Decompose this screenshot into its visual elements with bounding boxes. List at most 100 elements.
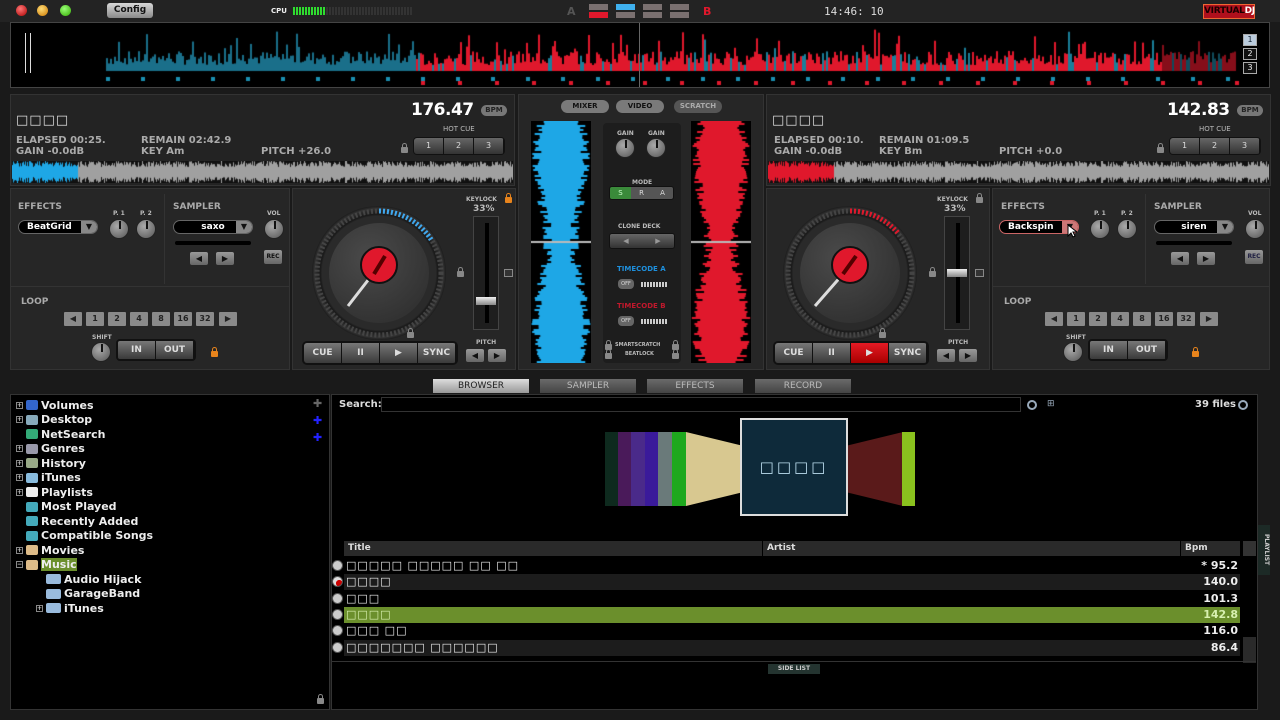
clone-deck-right-button[interactable]: ▶ [642, 234, 674, 248]
track-row[interactable]: □□□ 101.3 [344, 591, 1240, 607]
deck-a-loop-2[interactable]: 2 [108, 312, 126, 326]
deck-b-scratch-waveform[interactable] [691, 121, 751, 363]
chevron-down-icon[interactable]: ▼ [1217, 221, 1233, 233]
deck-a-shift-knob[interactable] [91, 342, 111, 362]
deck-b-loop-out-button[interactable]: OUT [1128, 341, 1166, 359]
tab-scratch[interactable]: SCRATCH [674, 100, 722, 113]
tree-item[interactable]: + History [16, 456, 86, 470]
cover-art[interactable] [618, 432, 632, 506]
add-favorite-folder-icon[interactable]: ✚ [313, 432, 325, 444]
tree-item[interactable]: NetSearch [16, 427, 106, 441]
gain-a-knob[interactable] [615, 138, 635, 158]
deck-b-loop-prev-button[interactable]: ◀ [1045, 312, 1063, 326]
tree-item[interactable]: + Playlists [16, 485, 93, 499]
clone-deck-left-button[interactable]: ◀ [610, 234, 642, 248]
mode-a-button[interactable]: A [652, 187, 673, 199]
deck-a-loop-prev-button[interactable]: ◀ [64, 312, 82, 326]
playlist-tab[interactable]: PLAYLIST [1258, 525, 1270, 575]
cover-flow[interactable]: □□□□ [600, 418, 920, 540]
deck-b-pitch-down-button[interactable]: ◀ [937, 349, 955, 362]
tab-record[interactable]: RECORD [755, 379, 851, 393]
deck-b-jog-wheel[interactable] [783, 206, 917, 340]
expand-toggle-icon[interactable]: + [16, 488, 23, 496]
deck-b-bpm-button[interactable]: BPM [1237, 105, 1263, 116]
deck-a-loop-next-button[interactable]: ▶ [219, 312, 237, 326]
deck-b-hotcue-2[interactable]: 2 [1200, 138, 1230, 154]
search-input[interactable] [381, 397, 1021, 412]
loop-lock-icon[interactable] [211, 347, 218, 357]
deck-b-pitch-range[interactable]: 33% [944, 204, 966, 214]
deck-b-sampler-vol-knob[interactable] [1245, 219, 1265, 239]
tab-effects[interactable]: EFFECTS [647, 379, 743, 393]
deck-b-loop-2[interactable]: 2 [1089, 312, 1107, 326]
hotcue-lock-icon[interactable] [1157, 143, 1164, 153]
expand-toggle-icon[interactable]: + [16, 474, 23, 481]
deck-a-elapsed[interactable]: ELAPSED 00:25. [16, 135, 106, 146]
deck-b-hotcue-1[interactable]: 1 [1170, 138, 1200, 154]
tab-sampler[interactable]: SAMPLER [540, 379, 636, 393]
cover-art[interactable] [902, 432, 915, 506]
deck-a-loop-1[interactable]: 1 [86, 312, 104, 326]
deck-b-hotcue-3[interactable]: 3 [1230, 138, 1260, 154]
deck-b-loop-16[interactable]: 16 [1155, 312, 1173, 326]
deck-a-loop-32[interactable]: 32 [196, 312, 214, 326]
add-to-list-icon[interactable]: ⊞ [1047, 399, 1055, 409]
deck-b-loop-in-button[interactable]: IN [1090, 341, 1128, 359]
add-filter-icon[interactable]: ✚ [313, 398, 325, 410]
deck-b-effect-p1-knob[interactable] [1090, 219, 1110, 239]
platter-lock-icon[interactable] [879, 328, 886, 338]
deck-a-pitch-range[interactable]: 33% [473, 204, 495, 214]
pitch-reset-button[interactable] [975, 269, 984, 277]
deck-a-hotcue-3[interactable]: 3 [474, 138, 504, 154]
cover-art[interactable] [645, 432, 659, 506]
deck-b-play-button[interactable]: ▶ [851, 343, 889, 363]
deck-b-cue-button[interactable]: CUE [775, 343, 813, 363]
deck-b-loop-32[interactable]: 32 [1177, 312, 1195, 326]
deck-a-effect-p1-knob[interactable] [109, 219, 129, 239]
deck-a-loop-in-button[interactable]: IN [118, 341, 156, 359]
rhythm-overview-waveform[interactable]: 1 2 3 [10, 22, 1270, 88]
deck-a-scratch-waveform[interactable] [531, 121, 591, 363]
deck-b-loop-1[interactable]: 1 [1067, 312, 1085, 326]
cover-art[interactable] [631, 432, 645, 506]
mode-s-button[interactable]: S [610, 187, 631, 199]
deck-a-bpm-button[interactable]: BPM [481, 105, 507, 116]
deck-b-loop-4[interactable]: 4 [1111, 312, 1129, 326]
track-row[interactable]: □□□ □□ 116.0 [344, 623, 1240, 639]
scrollbar[interactable] [1243, 541, 1256, 556]
deck-b-pitch-slider[interactable] [944, 216, 970, 330]
deck-b-pitch-handle[interactable] [947, 269, 967, 277]
jog-lock-icon[interactable] [929, 267, 936, 277]
keylock-icon[interactable] [505, 193, 512, 203]
tree-item[interactable]: + Desktop [16, 413, 92, 427]
track-row[interactable]: □□□□□□□ □□□□□□ 86.4 [344, 639, 1240, 656]
timecode-b-off-button[interactable]: OFF [618, 316, 634, 326]
deck-b-remain[interactable]: REMAIN 01:09.5 [879, 135, 969, 146]
deck-b-elapsed[interactable]: ELAPSED 00:10. [774, 135, 864, 146]
list-options-icon[interactable] [1238, 400, 1248, 410]
gain-b-knob[interactable] [646, 138, 666, 158]
browser-lock-icon[interactable] [317, 694, 324, 704]
beatlock-lock-icon[interactable] [605, 349, 612, 359]
deck-a-pitch-down-button[interactable]: ◀ [466, 349, 484, 362]
config-button[interactable]: Config [107, 3, 153, 18]
beatlock-lock-icon[interactable] [672, 349, 679, 359]
deck-a-hotcue-1[interactable]: 1 [414, 138, 444, 154]
deck-b-rec-button[interactable]: REC [1245, 250, 1263, 264]
track-row[interactable]: □□□□ 142.8 [344, 606, 1240, 623]
close-window-button[interactable] [16, 5, 27, 16]
deck-b-sampler-next-button[interactable]: ▶ [1197, 252, 1215, 265]
deck-a-pitch-slider[interactable] [473, 216, 499, 330]
scrollbar-thumb[interactable] [1243, 637, 1256, 663]
deck-a-pitch-up-button[interactable]: ▶ [488, 349, 506, 362]
overview-zoom-handle[interactable] [25, 33, 31, 73]
mode-r-button[interactable]: R [631, 187, 652, 199]
overview-page-1[interactable]: 1 [1243, 34, 1257, 46]
deck-a-loop-8[interactable]: 8 [152, 312, 170, 326]
cover-art-selected[interactable]: □□□□ [740, 418, 848, 516]
expand-toggle-icon[interactable]: + [36, 604, 43, 612]
tree-item[interactable]: + iTunes [36, 601, 104, 615]
column-header-bpm[interactable]: Bpm [1181, 541, 1240, 556]
deck-a-loop-out-button[interactable]: OUT [156, 341, 194, 359]
cover-art[interactable] [672, 432, 686, 506]
